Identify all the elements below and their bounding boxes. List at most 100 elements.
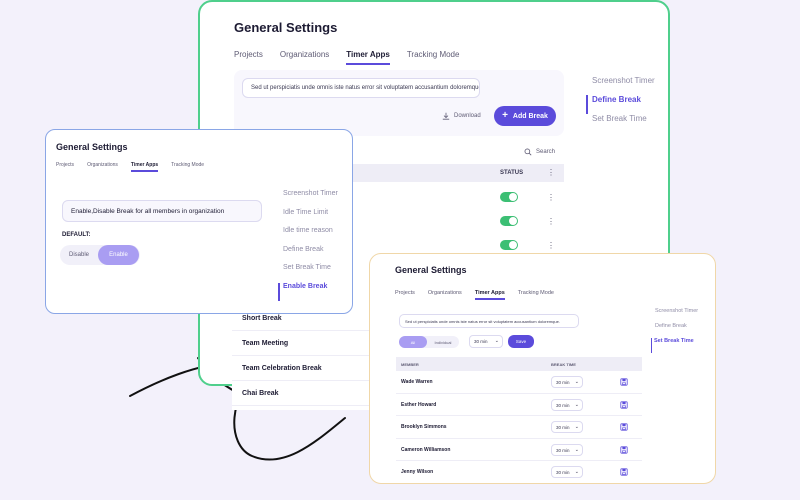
chevron-down-icon: ⌄ [574, 424, 579, 430]
break-time-select[interactable]: 30 min ⌄ [469, 335, 503, 348]
member-name: Cameron Williamson [401, 446, 451, 453]
description-text: Sed ut perspiciatis unde omnis iste natu… [242, 78, 480, 98]
row-more-icon[interactable]: ⋮ [547, 242, 555, 250]
search-label: Search [536, 149, 556, 155]
tab-organizations[interactable]: Organizations [87, 162, 118, 172]
add-break-label: Add Break [512, 112, 548, 120]
row-break-time-value: 30 min [556, 470, 570, 475]
sidebar-item-define-break[interactable]: Define Break [651, 323, 715, 338]
table-body: Wade Warren 30 min ⌄ Esther Howard 30 min ⌄ Br… [396, 371, 642, 485]
row-more-icon[interactable]: ⋮ [547, 218, 555, 226]
status-toggle[interactable] [500, 240, 518, 250]
settings-tabs: Projects Organizations Timer Apps Tracki… [234, 50, 459, 65]
sidebar-item-set-break-time[interactable]: Set Break Time [586, 114, 666, 133]
table-header: MEMBER BREAK TIME [396, 357, 642, 371]
sidebar-item-define-break[interactable]: Define Break [278, 246, 352, 265]
table-row: Brooklyn Simmons 30 min ⌄ [396, 416, 642, 439]
table-row: Cameron Williamson 30 min ⌄ [396, 439, 642, 461]
row-break-time-select[interactable]: 30 min ⌄ [551, 466, 583, 478]
tab-timer-apps[interactable]: Timer Apps [346, 50, 390, 65]
sidebar-item-set-break-time[interactable]: Set Break Time [651, 338, 715, 353]
tab-organizations[interactable]: Organizations [280, 50, 329, 65]
row-break-time-value: 30 min [556, 425, 570, 430]
table-row: Esther Howard 30 min ⌄ [396, 394, 642, 416]
row-break-time-select[interactable]: 30 min ⌄ [551, 398, 583, 411]
row-break-time-value: 30 min [556, 402, 570, 408]
search-icon [524, 148, 532, 156]
settings-sidebar: Screenshot Timer Define Break Set Break … [586, 76, 666, 133]
download-button[interactable]: Download [442, 112, 481, 120]
default-label: DEFAULT: [62, 232, 91, 238]
sidebar-item-enable-break[interactable]: Enable Break [278, 282, 352, 301]
row-more-icon[interactable]: ⋮ [547, 194, 555, 202]
break-time-value: 30 min [474, 339, 488, 344]
save-icon[interactable] [620, 468, 628, 476]
filter-all-option[interactable]: All [399, 336, 427, 348]
chevron-down-icon: ⌄ [494, 338, 499, 344]
settings-tabs: Projects Organizations Timer Apps Tracki… [56, 162, 204, 172]
tab-tracking-mode[interactable]: Tracking Mode [171, 162, 204, 172]
tab-tracking-mode[interactable]: Tracking Mode [407, 50, 460, 65]
enable-option[interactable]: Enable [98, 245, 139, 265]
disable-option[interactable]: Disable [60, 245, 98, 265]
sidebar-item-screenshot-timer[interactable]: Screenshot Timer [651, 308, 715, 323]
settings-tabs: Projects Organizations Timer Apps Tracki… [395, 290, 554, 300]
table-row: Jenny Wilson 30 min ⌄ [396, 461, 642, 483]
row-break-time-select[interactable]: 30 min ⌄ [551, 443, 583, 456]
tab-tracking-mode[interactable]: Tracking Mode [518, 290, 554, 300]
page-title: General Settings [56, 142, 128, 152]
download-label: Download [454, 113, 481, 119]
more-icon[interactable]: ⋮ [547, 169, 555, 177]
set-break-time-window: General Settings Projects Organizations … [369, 253, 716, 484]
row-break-time-select[interactable]: 30 min ⌄ [551, 421, 583, 433]
download-icon [442, 112, 450, 120]
row-break-time-value: 30 min [556, 380, 570, 385]
save-icon[interactable] [620, 400, 628, 409]
save-button[interactable]: Save [508, 335, 534, 348]
sidebar-item-screenshot-timer[interactable]: Screenshot Timer [586, 76, 666, 95]
status-toggle[interactable] [500, 216, 518, 226]
chevron-down-icon: ⌄ [574, 446, 579, 453]
plus-icon: + [502, 110, 508, 121]
status-column-header: STATUS [500, 170, 524, 176]
member-name: Esther Howard [401, 401, 437, 408]
save-icon[interactable] [620, 423, 628, 431]
row-break-time-value: 30 min [556, 447, 570, 453]
search-button[interactable]: Search [524, 148, 555, 156]
table-row: Marvin McKinney30 min⌄ [396, 484, 642, 485]
sidebar-item-idle-time-reason[interactable]: Idle time reason [278, 227, 352, 246]
description-panel: Sed ut perspiciatis unde omnis iste natu… [234, 70, 564, 136]
enable-break-window: General Settings Projects Organizations … [45, 129, 353, 314]
tab-projects[interactable]: Projects [234, 50, 263, 65]
add-break-button[interactable]: + Add Break [494, 106, 556, 126]
save-icon[interactable] [620, 378, 628, 386]
filter-individual-option[interactable]: Individual [427, 336, 459, 348]
enable-break-description: Enable,Disable Break for all members in … [62, 200, 262, 222]
member-column-header: MEMBER [401, 362, 419, 367]
chevron-down-icon: ⌄ [574, 379, 579, 385]
sidebar-item-screenshot-timer[interactable]: Screenshot Timer [278, 190, 352, 209]
table-row: Wade Warren 30 min ⌄ [396, 371, 642, 394]
member-break-table: MEMBER BREAK TIME Wade Warren 30 min ⌄ Esth… [396, 357, 642, 485]
description-text: Sed ut perspiciatis unde omnis iste natu… [399, 314, 579, 328]
status-toggle[interactable] [500, 192, 518, 202]
tab-projects[interactable]: Projects [395, 290, 415, 300]
sidebar-item-idle-time-limit[interactable]: Idle Time Limit [278, 209, 352, 228]
tab-timer-apps[interactable]: Timer Apps [474, 290, 505, 300]
tab-projects[interactable]: Projects [56, 162, 74, 172]
settings-sidebar: Screenshot Timer Idle Time Limit Idle ti… [278, 190, 352, 301]
save-icon[interactable] [620, 445, 628, 454]
tab-organizations[interactable]: Organizations [428, 290, 462, 300]
sidebar-item-define-break[interactable]: Define Break [586, 95, 666, 114]
member-name: Jenny Wilson [401, 469, 434, 475]
member-name: Brooklyn Simmons [401, 424, 447, 430]
tab-timer-apps[interactable]: Timer Apps [130, 162, 159, 172]
chevron-down-icon: ⌄ [574, 469, 579, 475]
break-time-column-header: BREAK TIME [551, 362, 576, 367]
settings-sidebar: Screenshot Timer Define Break Set Break … [651, 308, 715, 353]
row-break-time-select[interactable]: 30 min ⌄ [551, 376, 583, 388]
chevron-down-icon: ⌄ [574, 401, 579, 408]
page-title: General Settings [234, 20, 338, 35]
member-filter-toggle: All Individual [399, 336, 459, 348]
sidebar-item-set-break-time[interactable]: Set Break Time [278, 264, 352, 283]
